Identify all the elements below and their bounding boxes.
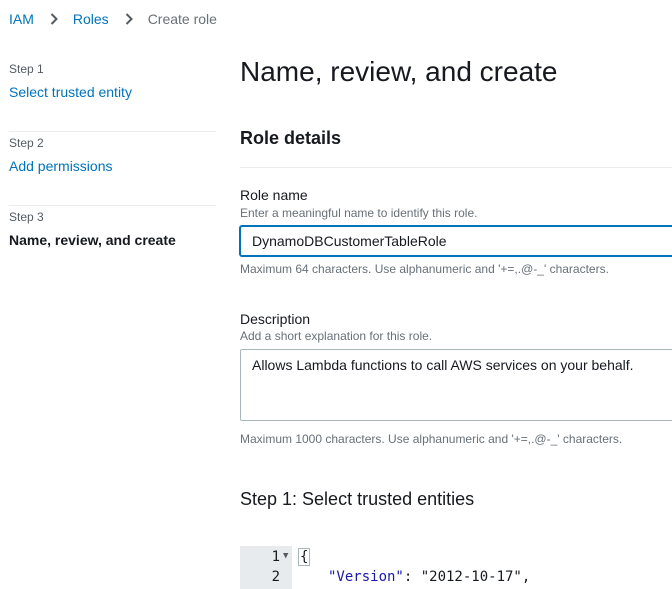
trusted-entities-title: Step 1: Select trusted entities — [240, 489, 475, 509]
breadcrumb: IAM Roles Create role — [9, 11, 217, 27]
wizard-steps: Step 1 Select trusted entity Step 2 Add … — [9, 58, 216, 280]
section-title: Role details — [240, 128, 342, 148]
description-label: Description — [240, 311, 311, 327]
wizard-step-2: Step 2 Add permissions — [9, 132, 216, 206]
json-key: "Version" — [328, 569, 404, 585]
description-constraint: Maximum 1000 characters. Use alphanumeri… — [240, 432, 623, 446]
wizard-step-3: Step 3 Name, review, and create — [9, 206, 216, 280]
code-text: "Version": "2012-10-17", — [328, 569, 530, 585]
json-separator: : — [403, 569, 421, 585]
caret-down-icon[interactable]: ▼ — [283, 551, 288, 561]
step-current-label: Name, review, and create — [9, 232, 176, 248]
description-textarea[interactable]: Allows Lambda functions to call AWS serv… — [240, 349, 672, 421]
step-number: Step 1 — [9, 62, 44, 76]
chevron-right-icon — [125, 13, 133, 25]
code-text: { — [298, 548, 311, 566]
page-title: Name, review, and create — [240, 56, 558, 87]
step-link-add-permissions[interactable]: Add permissions — [9, 157, 216, 175]
breadcrumb-roles-link[interactable]: Roles — [73, 11, 109, 27]
role-name-label: Role name — [240, 187, 308, 203]
code-line: 1 ▼ { — [240, 548, 672, 569]
json-comma: , — [521, 569, 531, 585]
step-number: Step 3 — [9, 210, 44, 224]
role-name-input[interactable] — [240, 226, 672, 256]
step-link-select-trusted-entity[interactable]: Select trusted entity — [9, 83, 216, 101]
line-number: 1 — [271, 549, 280, 565]
breadcrumb-iam-link[interactable]: IAM — [9, 11, 34, 27]
wizard-step-1: Step 1 Select trusted entity — [9, 58, 216, 132]
line-number: 2 — [271, 569, 280, 585]
role-name-constraint: Maximum 64 characters. Use alphanumeric … — [240, 262, 609, 276]
description-hint: Add a short explanation for this role. — [240, 329, 433, 343]
json-value: "2012-10-17" — [420, 569, 522, 585]
role-name-description: Enter a meaningful name to identify this… — [240, 206, 478, 220]
trust-policy-editor[interactable]: 1 ▼ { 2 "Version": "2012-10-17", — [240, 546, 672, 589]
chevron-right-icon — [50, 13, 58, 25]
divider — [240, 167, 672, 168]
code-line: 2 "Version": "2012-10-17", — [240, 569, 672, 589]
code-bracket: { — [298, 548, 311, 566]
breadcrumb-current: Create role — [147, 11, 217, 27]
step-number: Step 2 — [9, 136, 44, 150]
